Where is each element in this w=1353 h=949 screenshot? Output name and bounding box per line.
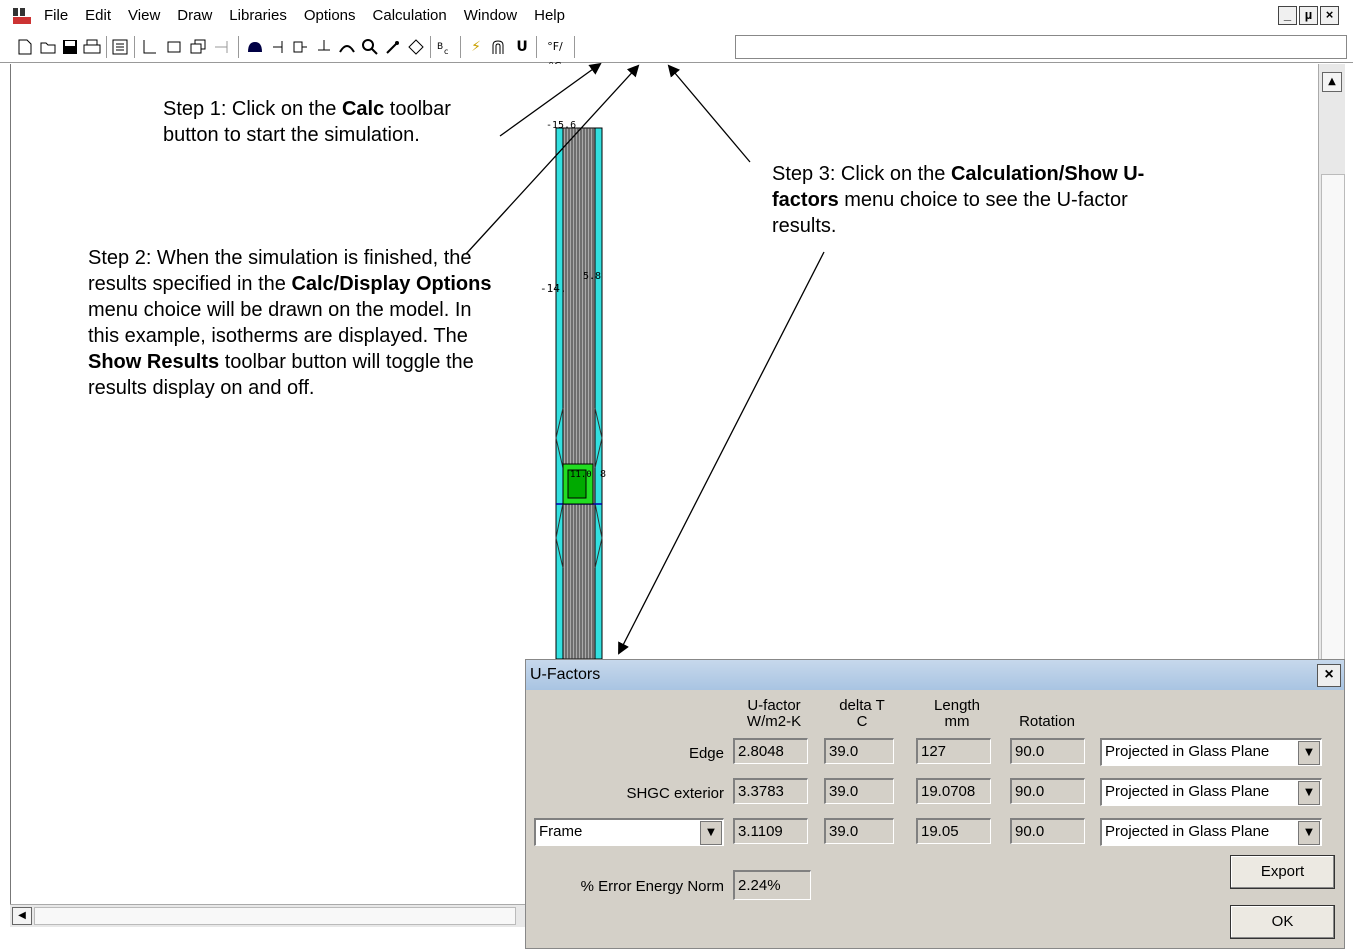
horizontal-scrollbar[interactable]: ◀ bbox=[10, 904, 525, 927]
window-controls: _ µ × bbox=[1278, 6, 1339, 25]
toolbar-separator bbox=[134, 36, 135, 58]
arc-icon[interactable] bbox=[338, 39, 356, 55]
step1-annotation: Step 1: Click on the Calc toolbar button… bbox=[163, 98, 451, 146]
rotate-icon[interactable] bbox=[408, 39, 424, 55]
insert-point-icon[interactable] bbox=[270, 39, 286, 55]
restore-button[interactable]: µ bbox=[1299, 6, 1318, 25]
rotation-field: 90.0 bbox=[1010, 738, 1085, 764]
row-label-shgc-exterior: SHGC exterior bbox=[626, 785, 724, 802]
chevron-down-icon[interactable]: ▼ bbox=[1298, 781, 1320, 805]
draw-polyline-icon[interactable] bbox=[142, 39, 158, 55]
toolbar-separator bbox=[536, 36, 537, 58]
projection-select[interactable]: Projected in Glass Plane ▼ bbox=[1100, 818, 1322, 846]
scroll-thumb[interactable] bbox=[34, 907, 516, 925]
frame-type-select[interactable]: Frame ▼ bbox=[534, 818, 724, 846]
projection-select[interactable]: Projected in Glass Plane ▼ bbox=[1100, 778, 1322, 806]
menu-libraries[interactable]: Libraries bbox=[229, 7, 287, 24]
toolbar-separator bbox=[460, 36, 461, 58]
model-label-mid-left: -14. bbox=[540, 282, 567, 295]
rotation-field: 90.0 bbox=[1010, 778, 1085, 804]
menu-bar: File Edit View Draw Libraries Options Ca… bbox=[0, 0, 1353, 32]
deltat-field: 39.0 bbox=[824, 778, 894, 804]
ok-button[interactable]: OK bbox=[1230, 905, 1335, 939]
chevron-down-icon[interactable]: ▼ bbox=[1298, 741, 1320, 765]
toolbar-separator bbox=[238, 36, 239, 58]
export-button[interactable]: Export bbox=[1230, 855, 1335, 889]
svg-text:B: B bbox=[437, 42, 443, 52]
menu-view[interactable]: View bbox=[128, 7, 160, 24]
deltat-field: 39.0 bbox=[824, 818, 894, 844]
rotation-field: 90.0 bbox=[1010, 818, 1085, 844]
close-button[interactable]: × bbox=[1320, 6, 1339, 25]
eyedropper-icon[interactable] bbox=[385, 39, 401, 55]
open-icon[interactable] bbox=[40, 39, 58, 55]
menu-file[interactable]: File bbox=[44, 7, 68, 24]
model-label-green-right: 8 bbox=[600, 469, 607, 480]
toolbar-separator bbox=[106, 36, 107, 58]
ufactors-dialog: U-Factors × U-factor W/m2-K delta TC Leng… bbox=[525, 659, 1345, 949]
chevron-down-icon[interactable]: ▼ bbox=[700, 821, 722, 845]
menu-edit[interactable]: Edit bbox=[85, 7, 111, 24]
draw-rectangle-icon[interactable] bbox=[166, 39, 182, 55]
menu-calculation[interactable]: Calculation bbox=[373, 7, 447, 24]
menu-items: File Edit View Draw Libraries Options Ca… bbox=[44, 7, 582, 24]
scroll-up-arrow-icon[interactable]: ▲ bbox=[1322, 72, 1342, 92]
toolbar-separator bbox=[430, 36, 431, 58]
minimize-button[interactable]: _ bbox=[1278, 6, 1297, 25]
menu-window[interactable]: Window bbox=[464, 7, 517, 24]
length-field: 19.05 bbox=[916, 818, 991, 844]
show-ufactors-button[interactable]: U bbox=[512, 37, 532, 57]
step3-annotation: Step 3: Click on the Calculation/Show U-… bbox=[772, 163, 1145, 237]
projection-select[interactable]: Projected in Glass Plane ▼ bbox=[1100, 738, 1322, 766]
show-results-icon[interactable] bbox=[490, 39, 506, 55]
toolbar: Bc ⚡ U °F/°C bbox=[0, 32, 1353, 73]
scroll-thumb[interactable] bbox=[1321, 174, 1345, 686]
calc-button[interactable]: ⚡ bbox=[466, 37, 486, 57]
move-point-icon[interactable] bbox=[292, 39, 308, 55]
model-label-mid-right: 5.8 bbox=[583, 271, 602, 282]
dialog-close-button[interactable]: × bbox=[1317, 664, 1341, 687]
print-icon[interactable] bbox=[83, 39, 101, 55]
menu-options[interactable]: Options bbox=[304, 7, 356, 24]
window-cross-section-model[interactable] bbox=[540, 118, 620, 659]
duplicate-icon[interactable] bbox=[190, 39, 206, 55]
dialog-title: U-Factors bbox=[530, 666, 601, 683]
chevron-down-icon[interactable]: ▼ bbox=[1298, 821, 1320, 845]
locator-icon[interactable] bbox=[214, 39, 230, 55]
error-energy-norm-label: % Error Energy Norm bbox=[580, 878, 724, 895]
save-icon[interactable] bbox=[62, 39, 78, 55]
properties-icon[interactable] bbox=[112, 39, 128, 55]
header-deltat: delta TC bbox=[839, 697, 885, 730]
fill-void-icon[interactable] bbox=[246, 40, 264, 54]
error-energy-norm-field: 2.24% bbox=[733, 870, 811, 900]
zoom-icon[interactable] bbox=[362, 39, 378, 55]
header-rotation: Rotation bbox=[1019, 713, 1075, 730]
model-label-green: 11.0 bbox=[570, 470, 592, 480]
model-label-top: -15.6 bbox=[546, 120, 577, 131]
header-ufactor: U-factor W/m2-K bbox=[746, 697, 802, 730]
menu-draw[interactable]: Draw bbox=[177, 7, 212, 24]
svg-text:c: c bbox=[444, 47, 448, 55]
boundary-units-button[interactable]: °F/°C bbox=[542, 37, 568, 73]
deltat-field: 39.0 bbox=[824, 738, 894, 764]
toolbar-separator bbox=[574, 36, 575, 58]
length-field: 127 bbox=[916, 738, 991, 764]
step2-annotation: Step 2: When the simulation is finished,… bbox=[88, 247, 492, 399]
therm-logo-icon bbox=[13, 8, 31, 24]
boundary-conditions-icon[interactable]: Bc bbox=[436, 39, 454, 55]
row-label-edge: Edge bbox=[688, 745, 724, 762]
new-icon[interactable] bbox=[18, 39, 32, 55]
menu-help[interactable]: Help bbox=[534, 7, 565, 24]
dialog-titlebar[interactable]: U-Factors × bbox=[526, 660, 1344, 690]
boundary-icon[interactable] bbox=[316, 39, 332, 55]
ufactor-field: 2.8048 bbox=[733, 738, 808, 764]
app-icon[interactable] bbox=[12, 7, 32, 25]
ufactor-field: 3.1109 bbox=[733, 818, 808, 844]
ufactor-field: 3.3783 bbox=[733, 778, 808, 804]
length-field: 19.0708 bbox=[916, 778, 991, 804]
scroll-left-arrow-icon[interactable]: ◀ bbox=[12, 907, 32, 925]
header-length: Length mm bbox=[934, 697, 980, 730]
status-field bbox=[735, 35, 1347, 59]
vertical-scrollbar[interactable]: ▲ bbox=[1318, 64, 1345, 686]
